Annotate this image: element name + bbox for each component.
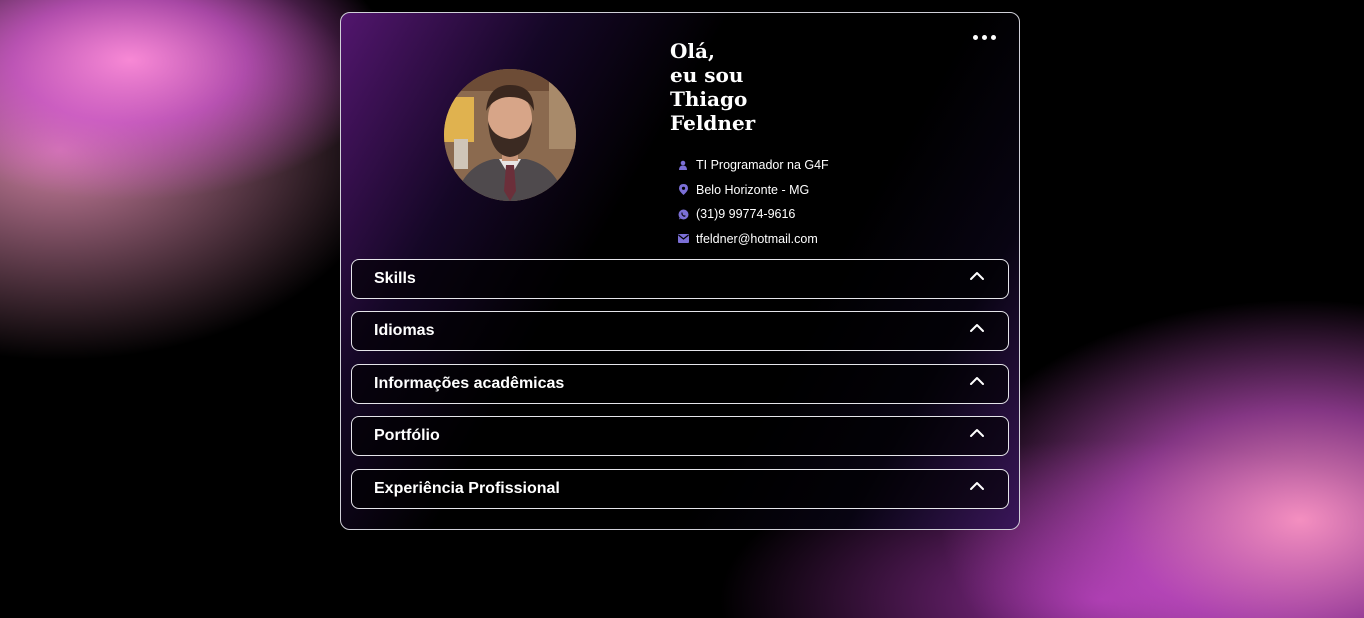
info-email: tfeldner@hotmail.com <box>675 227 829 252</box>
chevron-up-icon[interactable] <box>968 267 986 285</box>
greeting-heading: Olá, eu sou Thiago Feldner <box>670 39 755 135</box>
section-portfolio[interactable]: Portfólio <box>351 416 1009 456</box>
section-label: Skills <box>374 270 416 287</box>
whatsapp-icon <box>675 209 691 220</box>
more-dot <box>990 34 996 40</box>
contact-info-list: TI Programador na G4F Belo Horizonte - M… <box>675 153 829 251</box>
first-name: Thiago <box>670 87 748 111</box>
greeting-line: Olá, <box>670 39 715 63</box>
last-name: Feldner <box>670 111 756 135</box>
more-dot <box>981 34 987 40</box>
chevron-up-icon[interactable] <box>968 372 986 390</box>
envelope-icon <box>675 234 691 244</box>
section-label: Experiência Profissional <box>374 480 560 497</box>
chevron-up-icon[interactable] <box>968 319 986 337</box>
section-label: Portfólio <box>374 427 440 444</box>
section-idiomas[interactable]: Idiomas <box>351 311 1009 351</box>
info-job: TI Programador na G4F <box>675 153 829 178</box>
profile-card: Olá, eu sou Thiago Feldner TI Programado… <box>340 12 1020 530</box>
section-label: Idiomas <box>374 322 435 339</box>
more-options-button[interactable] <box>969 29 999 45</box>
section-informacoes-academicas[interactable]: Informações acadêmicas <box>351 364 1009 404</box>
section-skills[interactable]: Skills <box>351 259 1009 299</box>
info-location: Belo Horizonte - MG <box>675 178 829 203</box>
avatar <box>444 69 576 201</box>
email-text: tfeldner@hotmail.com <box>696 231 818 246</box>
greeting-line: eu sou <box>670 63 744 87</box>
phone-text: (31)9 99774-9616 <box>696 207 796 222</box>
chevron-up-icon[interactable] <box>968 424 986 442</box>
location-pin-icon <box>675 184 691 196</box>
profile-photo <box>444 69 576 201</box>
job-text: TI Programador na G4F <box>696 158 829 173</box>
info-phone: (31)9 99774-9616 <box>675 202 829 227</box>
chevron-up-icon[interactable] <box>968 477 986 495</box>
section-label: Informações acadêmicas <box>374 375 565 392</box>
location-text: Belo Horizonte - MG <box>696 182 810 197</box>
more-dot <box>972 34 978 40</box>
section-experiencia-profissional[interactable]: Experiência Profissional <box>351 469 1009 509</box>
user-icon <box>675 160 691 171</box>
